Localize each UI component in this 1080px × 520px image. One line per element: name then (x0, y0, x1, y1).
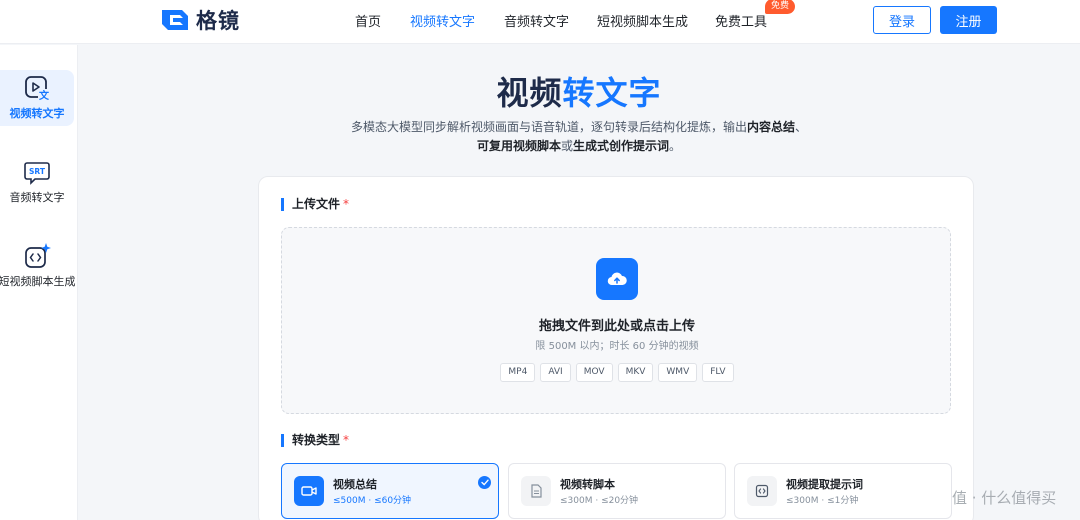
free-badge: 免费 (765, 0, 796, 14)
nav-home[interactable]: 首页 (355, 11, 381, 30)
upload-button[interactable] (596, 258, 638, 300)
brand-name: 格镜 (196, 9, 240, 33)
login-button[interactable]: 登录 (873, 6, 931, 34)
nav-short-video-script[interactable]: 短视频脚本生成 (597, 11, 688, 30)
check-icon (478, 476, 491, 489)
type-name: 视频总结 (333, 478, 377, 491)
sidebar-item-script-generation[interactable]: 短视频脚本生成 (0, 238, 76, 294)
site-watermark: 值 · 什么值得买 (952, 489, 1057, 507)
upload-card: 上传文件 * 拖拽文件到此处或点击上传 限 500M 以内；时长 60 分钟的视频… (258, 176, 974, 520)
type-option-video-to-script[interactable]: 视频转脚本 ≤300M · ≤20分钟 (508, 463, 726, 519)
page-title: 视频转文字 (496, 74, 662, 112)
nav-video-to-text[interactable]: 视频转文字 (410, 11, 475, 30)
sidebar-item-video-to-text[interactable]: 文 视频转文字 (0, 70, 74, 126)
logo-icon (162, 10, 188, 30)
file-dropzone[interactable]: 拖拽文件到此处或点击上传 限 500M 以内；时长 60 分钟的视频 MP4 A… (281, 227, 951, 414)
type-option-prompt-extraction[interactable]: 视频提取提示词 ≤300M · ≤1分钟 (734, 463, 952, 519)
convert-section-title: 转换类型 * (281, 434, 349, 447)
upload-section-title: 上传文件 * (281, 198, 349, 211)
type-name: 视频转脚本 (560, 478, 615, 491)
format-tag: MKV (617, 363, 654, 382)
svg-text:SRT: SRT (29, 167, 46, 176)
format-tag: MP4 (500, 363, 536, 382)
dropzone-title: 拖拽文件到此处或点击上传 (538, 319, 695, 334)
type-name: 视频提取提示词 (786, 478, 863, 491)
sidebar-item-label: 视频转文字 (9, 107, 65, 120)
conversion-type-options: 视频总结 ≤500M · ≤60分钟 视频转脚本 ≤300M · ≤20分钟 视… (281, 463, 952, 519)
type-option-video-summary[interactable]: 视频总结 ≤500M · ≤60分钟 (281, 463, 499, 519)
video-camera-icon (294, 476, 324, 506)
format-tag: FLV (702, 363, 734, 382)
nav-free-tools[interactable]: 免费工具 (715, 11, 767, 30)
dropzone-limits: 限 500M 以内；时长 60 分钟的视频 (535, 341, 699, 352)
type-limits: ≤300M · ≤20分钟 (560, 496, 639, 506)
format-list: MP4 AVI MOV MKV WMV FLV (282, 363, 952, 382)
sidebar-item-label: 音频转文字 (9, 191, 65, 204)
top-navigation-bar: 格镜 首页 视频转文字 音频转文字 短视频脚本生成 免费工具 免费 登录 注册 (0, 0, 1080, 44)
format-tag: AVI (540, 363, 571, 382)
format-tag: MOV (575, 363, 613, 382)
brand-logo[interactable]: 格镜 (158, 5, 240, 35)
script-sparkle-icon (25, 243, 51, 268)
svg-text:文: 文 (39, 89, 50, 102)
register-button[interactable]: 注册 (940, 6, 997, 34)
srt-icon: SRT (24, 162, 50, 185)
sidebar-item-label: 短视频脚本生成 (0, 275, 76, 288)
video-text-icon: 文 (25, 76, 50, 102)
nav-audio-to-text[interactable]: 音频转文字 (504, 11, 569, 30)
type-limits: ≤500M · ≤60分钟 (333, 496, 412, 506)
cloud-upload-icon (607, 272, 627, 286)
code-icon (747, 476, 777, 506)
format-tag: WMV (658, 363, 698, 382)
sidebar-item-audio-to-text[interactable]: SRT 音频转文字 (0, 154, 74, 210)
document-icon (521, 476, 551, 506)
sidebar: 文 视频转文字 SRT 音频转文字 短视频脚本生成 (0, 45, 78, 520)
type-limits: ≤300M · ≤1分钟 (786, 496, 859, 506)
page-description: 多模态大模型同步解析视频画面与语音轨道，逐句转录后结构化提炼，输出内容总结、 可… (350, 120, 808, 153)
